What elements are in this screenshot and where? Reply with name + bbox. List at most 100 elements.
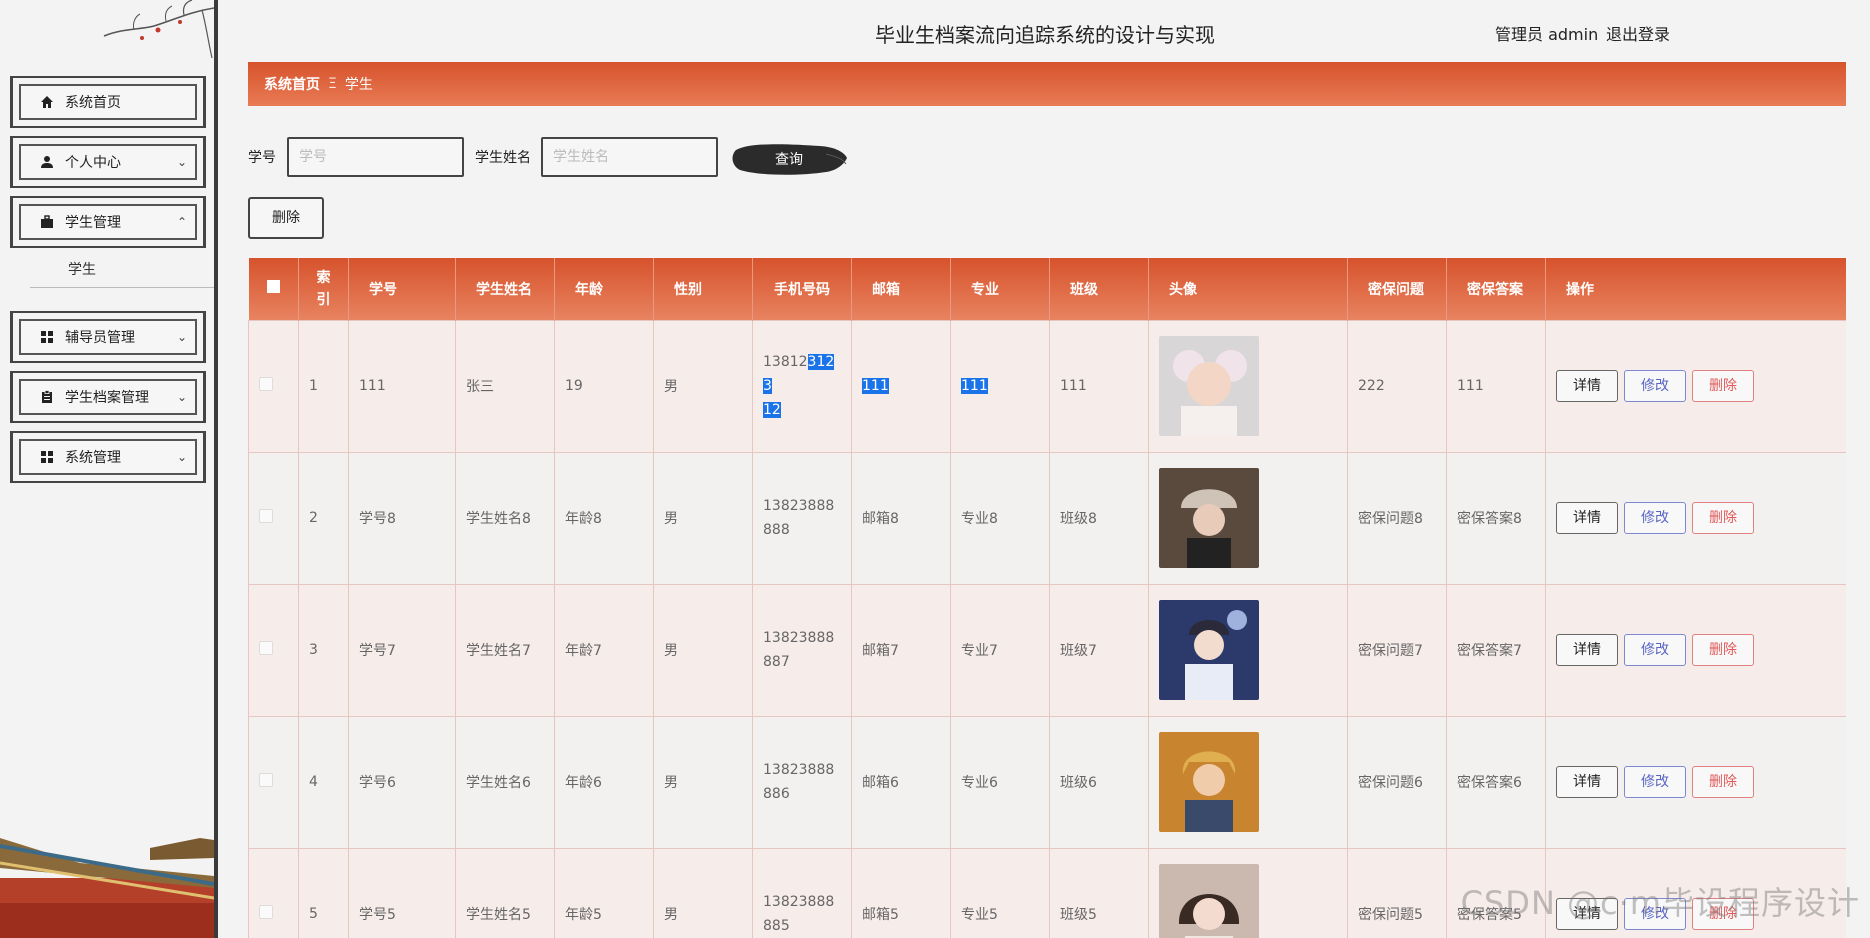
user-icon [39, 154, 55, 170]
row-checkbox[interactable] [259, 377, 273, 391]
user-info: 管理员 admin [1495, 25, 1599, 44]
actions-cell: 详情 修改 删除 [1545, 319, 1846, 453]
home-icon [39, 94, 55, 110]
major-cell: 专业6 [950, 715, 1050, 849]
sidebar-item-label: 学生管理 [65, 215, 121, 231]
breadcrumb-separator: Ξ [328, 76, 337, 92]
detail-button[interactable]: 详情 [1556, 766, 1618, 798]
row-checkbox[interactable] [259, 641, 273, 655]
sidebar-item-system-management[interactable]: 系统管理 ⌄ [10, 431, 206, 483]
chevron-down-icon: ⌄ [176, 155, 187, 169]
column-header: 邮箱 [851, 258, 951, 320]
index-cell: 3 [298, 583, 349, 717]
avatar-cell [1148, 451, 1348, 585]
sidebar-item-personal-center[interactable]: 个人中心 ⌄ [10, 136, 206, 188]
clipboard-icon [39, 389, 55, 405]
avatar [1159, 468, 1259, 568]
column-header: 班级 [1049, 258, 1149, 320]
student-name-cell: 学生姓名7 [455, 583, 555, 717]
bulk-delete-button[interactable]: 删除 [248, 197, 324, 239]
breadcrumb-home[interactable]: 系统首页 [264, 74, 320, 94]
palace-roof-decoration [0, 838, 214, 938]
avatar [1159, 864, 1259, 938]
select-all-header[interactable] [248, 258, 299, 320]
query-button[interactable]: 查询 [730, 140, 848, 178]
phone-value: 13823888888 [763, 498, 835, 538]
row-checkbox-cell[interactable] [248, 847, 299, 938]
student-id-input[interactable] [287, 137, 464, 177]
column-header: 性别 [653, 258, 753, 320]
class-cell: 班级7 [1049, 583, 1149, 717]
row-checkbox-cell[interactable] [248, 451, 299, 585]
index-cell: 4 [298, 715, 349, 849]
age-cell: 年龄5 [554, 847, 654, 938]
detail-button[interactable]: 详情 [1556, 502, 1618, 534]
gender-cell: 男 [653, 319, 753, 453]
sidebar-item-student-management[interactable]: 学生管理 ⌃ [10, 196, 206, 248]
table-row: 3 学号7 学生姓名7 年龄7 男 13823888887 邮箱7 专业7 班级… [248, 583, 1846, 717]
row-checkbox[interactable] [259, 509, 273, 523]
security-answer-cell: 111 [1446, 319, 1546, 453]
email-cell: 邮箱6 [851, 715, 951, 849]
app-title: 毕业生档案流向追踪系统的设计与实现 [875, 23, 1215, 47]
watermark: CSDN @c·m毕设程序设计 [1460, 884, 1860, 922]
class-cell: 班级6 [1049, 715, 1149, 849]
table-row: 1 111 张三 19 男 138123123 12 111 111 111 22… [248, 319, 1846, 453]
column-header: 手机号码 [752, 258, 852, 320]
major-cell: 111 [950, 319, 1050, 453]
delete-button[interactable]: 删除 [1692, 502, 1754, 534]
top-bar: 毕业生档案流向追踪系统的设计与实现 管理员 admin 退出登录 [218, 0, 1870, 62]
row-checkbox-cell[interactable] [248, 583, 299, 717]
column-header: 学生姓名 [455, 258, 555, 320]
select-all-checkbox[interactable] [266, 280, 280, 294]
delete-button[interactable]: 删除 [1692, 370, 1754, 402]
detail-button[interactable]: 详情 [1556, 370, 1618, 402]
phone-value: 13823888886 [763, 762, 835, 802]
phone-cell: 13823888886 [752, 715, 852, 849]
column-header: 密保答案 [1446, 258, 1546, 320]
edit-button[interactable]: 修改 [1624, 502, 1686, 534]
edit-button[interactable]: 修改 [1624, 766, 1686, 798]
class-cell: 班级5 [1049, 847, 1149, 938]
table-header-row: 索引 学号 学生姓名 年龄 性别 手机号码 邮箱 专业 班级 头像 密保问题 密… [248, 258, 1846, 320]
delete-button[interactable]: 删除 [1692, 634, 1754, 666]
column-header: 专业 [950, 258, 1050, 320]
sidebar-item-label: 系统首页 [65, 95, 121, 111]
phone-cell: 13823888885 [752, 847, 852, 938]
sidebar-item-label: 辅导员管理 [65, 330, 135, 346]
major-cell: 专业7 [950, 583, 1050, 717]
row-checkbox-cell[interactable] [248, 715, 299, 849]
detail-button[interactable]: 详情 [1556, 634, 1618, 666]
security-answer-cell: 密保答案8 [1446, 451, 1546, 585]
avatar-cell [1148, 583, 1348, 717]
edit-button[interactable]: 修改 [1624, 634, 1686, 666]
row-checkbox-cell[interactable] [248, 319, 299, 453]
class-cell: 班级8 [1049, 451, 1149, 585]
avatar-cell [1148, 319, 1348, 453]
logout-link[interactable]: 退出登录 [1606, 21, 1670, 45]
student-name-input[interactable] [541, 137, 718, 177]
row-checkbox[interactable] [259, 905, 273, 919]
sidebar-item-home[interactable]: 系统首页 [10, 76, 206, 128]
security-answer-cell: 密保答案7 [1446, 583, 1546, 717]
chevron-up-icon: ⌃ [176, 215, 187, 229]
phone-cell: 13823888888 [752, 451, 852, 585]
sidebar-subitem-student[interactable]: 学生 [30, 258, 214, 288]
gender-cell: 男 [653, 847, 753, 938]
student-name-cell: 学生姓名8 [455, 451, 555, 585]
student-name-cell: 张三 [455, 319, 555, 453]
briefcase-icon [39, 214, 55, 230]
row-checkbox[interactable] [259, 773, 273, 787]
edit-button[interactable]: 修改 [1624, 370, 1686, 402]
sidebar-item-counselor-management[interactable]: 辅导员管理 ⌄ [10, 311, 206, 363]
avatar-cell [1148, 847, 1348, 938]
table-row: 2 学号8 学生姓名8 年龄8 男 13823888888 邮箱8 专业8 班级… [248, 451, 1846, 585]
security-question-cell: 222 [1347, 319, 1447, 453]
avatar [1159, 600, 1259, 700]
student-id-cell: 学号7 [348, 583, 456, 717]
age-cell: 年龄6 [554, 715, 654, 849]
grid-icon [39, 449, 55, 465]
delete-button[interactable]: 删除 [1692, 766, 1754, 798]
email-cell: 邮箱5 [851, 847, 951, 938]
sidebar-item-archive-management[interactable]: 学生档案管理 ⌄ [10, 371, 206, 423]
